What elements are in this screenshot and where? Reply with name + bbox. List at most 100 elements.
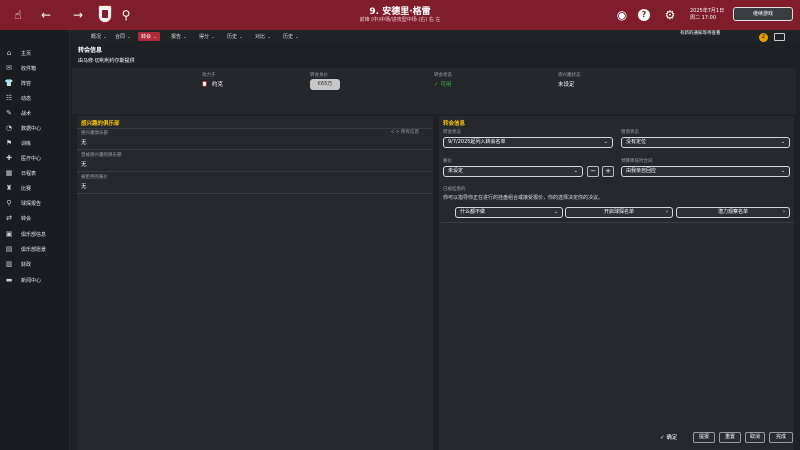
club-vision-icon: ▤ [5, 245, 13, 253]
club-crest-small-icon [202, 81, 207, 87]
chevron-down-icon: ⌄ [573, 168, 578, 174]
settings-gear-icon[interactable]: ⚙ [662, 7, 678, 23]
schedule-icon: ▦ [5, 169, 13, 177]
tab-label: 合同 [115, 34, 126, 40]
sidebar-item-squad[interactable]: 👕 阵容 [0, 76, 70, 90]
chevron-down-icon: ⌄ [553, 209, 558, 215]
back-arrow-icon[interactable]: ← [38, 7, 54, 23]
contract-label: 预算降低时合同 [621, 159, 653, 164]
interest-label: 感兴趣状态 [558, 73, 581, 78]
sidebar-item-training[interactable]: ⚑ 训练 [0, 136, 70, 150]
sidebar-item-label: 日程表 [21, 170, 37, 177]
transfer-status-dropdown[interactable]: 9/7/2025起列入转会名单 ⌄ [443, 137, 613, 148]
transfers-icon: ⇄ [6, 214, 12, 222]
tab-7[interactable]: 历史 ⌄ [280, 32, 302, 41]
sidebar-item-scouting[interactable]: ⚲ 球探报告 [0, 196, 70, 210]
owner-label: 效力于 [202, 73, 216, 78]
hand-cursor-icon[interactable]: ☝ [10, 7, 26, 23]
row-value: 无 [81, 184, 87, 190]
sidebar-item-label: 战术 [21, 110, 32, 117]
done-button[interactable]: 完成 [769, 432, 793, 443]
sidebar-item-label: 动态 [21, 95, 32, 102]
chevron-down-icon: ⌄ [780, 139, 785, 145]
confirm-check[interactable]: ✓ 确定 [660, 433, 677, 441]
continue-button[interactable]: 继续游戏 [733, 7, 793, 21]
player-position-subtitle: 前锋 (中)中场/进攻型中场 (右) 右 左 [359, 17, 441, 23]
submit-button[interactable]: 提报 [693, 432, 715, 443]
sidebar-item-label: 转会 [21, 215, 32, 222]
row-value: 无 [81, 162, 87, 168]
sidebar-item-club-info[interactable]: ▣ 俱乐部信息 [0, 227, 70, 241]
tactics-icon: ✎ [6, 109, 12, 117]
decrease-price-button[interactable]: − [587, 166, 599, 177]
owner-value: 约克 [202, 80, 223, 88]
row-label: 被拒绝的报价 [81, 175, 108, 180]
chevron-down-icon: ⌄ [266, 34, 271, 39]
loan-status-dropdown[interactable]: 没有定位 ⌄ [621, 137, 790, 148]
reset-button[interactable]: 重置 [719, 432, 741, 443]
tab-label: 历史 [227, 34, 238, 40]
row-label: 曾被感兴趣的俱乐部 [81, 153, 122, 158]
forward-arrow-icon[interactable]: → [70, 7, 86, 23]
search-icon[interactable]: ⚲ [118, 7, 134, 23]
chevron-right-icon: › [666, 209, 668, 215]
chevron-right-icon: › [783, 209, 785, 215]
sidebar: ⌂ 主页 ✉ 收件箱 👕 阵容 ☷ 动态 ✎ 战术 ◔ 数据中心 ⚑ 训练 ✚ 医疗中心 ▦ 日程表 ♜ 比赛 ⚲ 球探报… [0, 30, 70, 450]
cancel-button[interactable]: 取消 [745, 432, 765, 443]
chevron-down-icon: ⌄ [102, 34, 107, 39]
tab-6[interactable]: 对比 ⌄ [252, 32, 274, 41]
open-scout-list-button[interactable]: 开启球探名单 › [565, 207, 673, 218]
sidebar-item-label: 医疗中心 [21, 155, 42, 162]
screen-icon[interactable] [774, 33, 785, 41]
competitions-icon: ♜ [5, 184, 13, 192]
notification-text: 有新的通知等待查看 [680, 31, 721, 36]
page-subtitle: 由马修·切利利约尔斯提供 [78, 58, 135, 64]
tab-4[interactable]: 得分 ⌄ [196, 32, 218, 41]
sidebar-item-dynamics[interactable]: ☷ 动态 [0, 91, 70, 105]
notification-badge[interactable]: 2 [759, 33, 768, 42]
tab-3[interactable]: 报告 ⌄ [168, 32, 190, 41]
sidebar-item-transfers[interactable]: ⇄ 转会 [0, 211, 70, 225]
tab-label: 得分 [199, 34, 210, 40]
news-icon: ▬ [5, 276, 13, 284]
status-label: 转会状态 [434, 73, 452, 78]
chevron-down-icon: ⌄ [603, 139, 608, 145]
tab-5[interactable]: 历史 ⌄ [224, 32, 246, 41]
home-icon: ⌂ [6, 49, 12, 57]
sidebar-item-home[interactable]: ⌂ 主页 [0, 46, 70, 60]
sidebar-item-inbox[interactable]: ✉ 收件箱 [0, 61, 70, 75]
sidebar-item-club-vision[interactable]: ▤ 俱乐部愿景 [0, 242, 70, 256]
club-crest [98, 5, 112, 23]
sidebar-item-data-hub[interactable]: ◔ 数据中心 [0, 121, 70, 135]
tab-1[interactable]: 合同 ⌄ [112, 32, 134, 41]
all-info-link[interactable]: < > 所有信息 [391, 129, 419, 135]
tab-0[interactable]: 概况 ⌄ [88, 32, 110, 41]
sidebar-item-tactics[interactable]: ✎ 战术 [0, 106, 70, 120]
sidebar-item-label: 球探报告 [21, 200, 42, 207]
sidebar-item-medical[interactable]: ✚ 医疗中心 [0, 151, 70, 165]
potential-watchlist-button[interactable]: 潜力观察名单 › [676, 207, 790, 218]
sidebar-item-competitions[interactable]: ♜ 比赛 [0, 181, 70, 195]
actions-description: 你可以指导你正在进行的挂盘组合或接受报价，你的选择决定你的决议。 [443, 195, 604, 201]
help-icon[interactable]: ? [638, 9, 650, 21]
sidebar-item-news[interactable]: ▬ 新闻中心 [0, 273, 70, 287]
chevron-down-icon: ⌄ [210, 34, 215, 39]
asking-price-dropdown[interactable]: 未设定 ⌄ [443, 166, 583, 177]
increase-price-button[interactable]: + [602, 166, 614, 177]
sidebar-item-label: 数据中心 [21, 125, 42, 132]
interest-value: 未设定 [558, 82, 575, 88]
interested-clubs-header: 感兴趣的俱乐部 [81, 121, 120, 127]
transfer-status-label: 转会状态 [443, 130, 461, 135]
transfer-info-header: 转会信息 [443, 121, 466, 127]
tab-2[interactable]: 转会 ⌄ [138, 32, 160, 41]
tab-label: 报告 [171, 34, 182, 40]
world-icon[interactable]: ◉ [614, 7, 630, 23]
contract-response-dropdown[interactable]: 由我亲自回应 ⌄ [621, 166, 790, 177]
chevron-down-icon: ⌄ [126, 34, 131, 39]
do-nothing-dropdown[interactable]: 什么都不做 ⌄ [455, 207, 563, 218]
sidebar-item-label: 阵容 [21, 80, 32, 87]
sidebar-item-schedule[interactable]: ▦ 日程表 [0, 166, 70, 180]
sidebar-item-finances[interactable]: ▥ 财政 [0, 257, 70, 271]
transfer-info-panel: 转会信息 转会状态 9/7/2025起列入转会名单 ⌄ 租借状态 没有定位 ⌄ 要价… [439, 116, 794, 450]
chevron-down-icon: ⌄ [182, 34, 187, 39]
